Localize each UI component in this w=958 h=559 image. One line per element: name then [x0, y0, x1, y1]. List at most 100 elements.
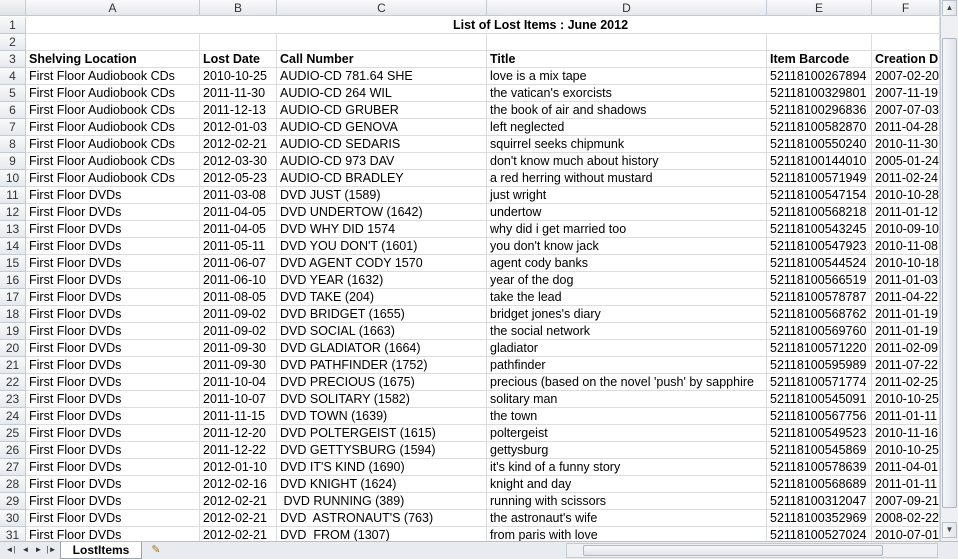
table-cell[interactable]: the astronaut's wife	[487, 510, 767, 527]
row-header[interactable]: 22	[0, 374, 26, 391]
table-cell[interactable]: AUDIO-CD 264 WIL	[277, 85, 487, 102]
table-cell[interactable]: 52118100329801	[767, 85, 872, 102]
table-cell[interactable]: First Floor DVDs	[26, 272, 200, 289]
table-cell[interactable]: DVD TAKE (204)	[277, 289, 487, 306]
table-cell[interactable]: 52118100567756	[767, 408, 872, 425]
table-cell[interactable]: take the lead	[487, 289, 767, 306]
row-header[interactable]: 21	[0, 357, 26, 374]
table-cell[interactable]: 2010-10-18	[872, 255, 940, 272]
table-cell[interactable]: 2011-01-03	[872, 272, 940, 289]
table-cell[interactable]: 52118100595989	[767, 357, 872, 374]
table-cell[interactable]: First Floor DVDs	[26, 510, 200, 527]
table-cell[interactable]: 52118100544524	[767, 255, 872, 272]
cell[interactable]	[767, 34, 872, 51]
table-cell[interactable]: First Floor Audiobook CDs	[26, 119, 200, 136]
table-cell[interactable]: First Floor DVDs	[26, 187, 200, 204]
row-header[interactable]: 2	[0, 34, 26, 51]
table-cell[interactable]: gettysburg	[487, 442, 767, 459]
table-cell[interactable]: 2011-09-02	[200, 323, 277, 340]
cell[interactable]	[26, 34, 200, 51]
table-cell[interactable]: you don't know jack	[487, 238, 767, 255]
table-cell[interactable]: 2011-04-05	[200, 221, 277, 238]
table-cell[interactable]: 2010-11-30	[872, 136, 940, 153]
table-cell[interactable]: 2012-01-10	[200, 459, 277, 476]
table-cell[interactable]: 52118100568218	[767, 204, 872, 221]
table-cell[interactable]: 52118100569760	[767, 323, 872, 340]
sheet-tab-lostitems[interactable]: LostItems	[60, 542, 142, 559]
table-cell[interactable]: it's kind of a funny story	[487, 459, 767, 476]
table-cell[interactable]: 2011-02-25	[872, 374, 940, 391]
table-cell[interactable]: DVD KNIGHT (1624)	[277, 476, 487, 493]
row-header[interactable]: 14	[0, 238, 26, 255]
table-cell[interactable]: AUDIO-CD GENOVA	[277, 119, 487, 136]
table-cell[interactable]: running with scissors	[487, 493, 767, 510]
row-header[interactable]: 24	[0, 408, 26, 425]
table-cell[interactable]: agent cody banks	[487, 255, 767, 272]
table-cell[interactable]: 2011-02-24	[872, 170, 940, 187]
table-cell[interactable]: DVD RUNNING (389)	[277, 493, 487, 510]
table-cell[interactable]: First Floor DVDs	[26, 306, 200, 323]
table-cell[interactable]: First Floor DVDs	[26, 340, 200, 357]
table-cell[interactable]: 2010-10-25	[200, 68, 277, 85]
table-cell[interactable]: 52118100568689	[767, 476, 872, 493]
cell[interactable]	[200, 34, 277, 51]
table-cell[interactable]: 2011-01-19	[872, 306, 940, 323]
table-cell[interactable]: 52118100578787	[767, 289, 872, 306]
table-cell[interactable]: DVD YOU DON'T (1601)	[277, 238, 487, 255]
table-cell[interactable]: 2011-07-22	[872, 357, 940, 374]
table-cell[interactable]: 2011-12-13	[200, 102, 277, 119]
table-cell[interactable]: DVD GETTYSBURG (1594)	[277, 442, 487, 459]
table-cell[interactable]: 2011-10-04	[200, 374, 277, 391]
row-header[interactable]: 15	[0, 255, 26, 272]
table-cell[interactable]: 2011-11-30	[200, 85, 277, 102]
table-cell[interactable]: DVD POLTERGEIST (1615)	[277, 425, 487, 442]
table-cell[interactable]: 2011-09-30	[200, 357, 277, 374]
scroll-down-button[interactable]: ▼	[942, 522, 957, 538]
table-cell[interactable]: 2010-10-25	[872, 391, 940, 408]
table-cell[interactable]: First Floor Audiobook CDs	[26, 170, 200, 187]
table-cell[interactable]: a red herring without mustard	[487, 170, 767, 187]
table-cell[interactable]: First Floor DVDs	[26, 357, 200, 374]
cell[interactable]	[277, 34, 487, 51]
table-cell[interactable]: squirrel seeks chipmunk	[487, 136, 767, 153]
cell[interactable]	[767, 17, 872, 34]
last-sheet-button[interactable]: |►	[46, 544, 57, 556]
table-cell[interactable]: 52118100312047	[767, 493, 872, 510]
table-cell[interactable]: First Floor DVDs	[26, 425, 200, 442]
table-cell[interactable]: 2012-02-16	[200, 476, 277, 493]
table-cell[interactable]: the social network	[487, 323, 767, 340]
table-cell[interactable]: DVD WHY DID 1574	[277, 221, 487, 238]
table-cell[interactable]: 2011-05-11	[200, 238, 277, 255]
table-cell[interactable]: 52118100566519	[767, 272, 872, 289]
column-title-cell[interactable]: Item Barcode	[767, 51, 872, 68]
row-header[interactable]: 28	[0, 476, 26, 493]
table-cell[interactable]: 52118100144010	[767, 153, 872, 170]
table-cell[interactable]: 2011-03-08	[200, 187, 277, 204]
table-cell[interactable]: 2011-12-20	[200, 425, 277, 442]
select-all-corner[interactable]	[0, 0, 26, 16]
table-cell[interactable]: First Floor Audiobook CDs	[26, 136, 200, 153]
table-cell[interactable]: 2011-04-05	[200, 204, 277, 221]
row-header[interactable]: 23	[0, 391, 26, 408]
table-cell[interactable]: 2011-02-09	[872, 340, 940, 357]
table-cell[interactable]: First Floor Audiobook CDs	[26, 102, 200, 119]
table-cell[interactable]: gladiator	[487, 340, 767, 357]
table-cell[interactable]: DVD IT'S KIND (1690)	[277, 459, 487, 476]
sheet-title[interactable]: List of Lost Items : June 2012	[450, 17, 700, 34]
row-header[interactable]: 10	[0, 170, 26, 187]
table-cell[interactable]: year of the dog	[487, 272, 767, 289]
cell[interactable]	[200, 17, 277, 34]
table-cell[interactable]: First Floor DVDs	[26, 255, 200, 272]
table-cell[interactable]: 2011-09-30	[200, 340, 277, 357]
table-cell[interactable]: First Floor DVDs	[26, 204, 200, 221]
table-cell[interactable]: 2007-09-21	[872, 493, 940, 510]
table-cell[interactable]: AUDIO-CD GRUBER	[277, 102, 487, 119]
table-cell[interactable]: poltergeist	[487, 425, 767, 442]
table-cell[interactable]: bridget jones's diary	[487, 306, 767, 323]
cell[interactable]	[872, 34, 940, 51]
vertical-scroll-thumb[interactable]	[942, 38, 957, 508]
table-cell[interactable]: 52118100549523	[767, 425, 872, 442]
table-cell[interactable]: DVD JUST (1589)	[277, 187, 487, 204]
table-cell[interactable]: DVD AGENT CODY 1570	[277, 255, 487, 272]
table-cell[interactable]: 52118100296836	[767, 102, 872, 119]
